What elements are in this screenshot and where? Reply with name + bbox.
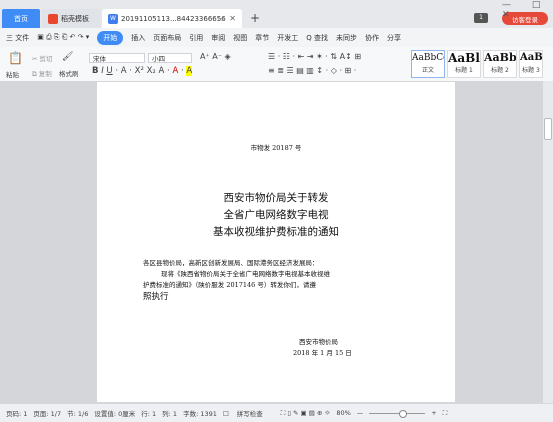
status-pages[interactable]: 页面: 1/7 xyxy=(33,408,61,418)
style-heading-1-name: 标题 1 xyxy=(455,67,473,74)
zoom-out-icon[interactable]: — xyxy=(357,409,364,417)
style-normal-sample: AaBbCcI xyxy=(412,53,444,63)
tab-home[interactable]: 首页 xyxy=(2,9,40,28)
menu-collaborate[interactable]: 协作 xyxy=(365,33,379,43)
menu-share[interactable]: 分享 xyxy=(387,33,401,43)
menu-page-layout[interactable]: 页面布局 xyxy=(153,33,181,43)
status-col: 列: 1 xyxy=(162,410,178,418)
menu-chapter[interactable]: 章节 xyxy=(255,33,269,43)
menu-bar: 三 文件 ▣ ⎙ ⎘ ⎗ ↶ ↷ ▾ 开始 插入 页面布局 引用 审阅 视图 章… xyxy=(0,28,553,48)
quick-toolbar-icons[interactable]: ▣ ⎙ ⎘ ⎗ ↶ ↷ ▾ xyxy=(37,33,89,42)
format-painter-button[interactable]: 格式刷 xyxy=(59,68,79,78)
cut-button[interactable]: ✂ 剪切 xyxy=(32,53,53,63)
style-heading-1-sample: AaBl xyxy=(448,51,480,65)
doc-date: 2018 年 1 月 15 日 xyxy=(293,349,352,357)
doc-recipients: 各区县物价局，高新区创新发展局、国际港务区经济发展局： xyxy=(143,259,319,267)
tab-document[interactable]: W 20191105113...84423366656 ▭ ✕ xyxy=(102,9,242,28)
style-heading-2-name: 标题 2 xyxy=(491,67,509,74)
close-tab-icon[interactable]: ✕ xyxy=(229,14,236,23)
style-heading-2[interactable]: AaBb( 标题 2 xyxy=(483,50,517,78)
status-section: 节: 1/6 xyxy=(67,410,89,418)
menu-find[interactable]: Q 查找 xyxy=(306,33,328,43)
menu-review[interactable]: 审阅 xyxy=(211,33,225,43)
status-words[interactable]: 字数: 1391 xyxy=(183,408,217,418)
spellcheck-label: 拼写检查 xyxy=(236,410,263,418)
cut-label: 剪切 xyxy=(39,55,53,63)
style-heading-1[interactable]: AaBl 标题 1 xyxy=(447,50,481,78)
document-page[interactable]: 市物发 20187 号 西安市物价局关于转发 全省广电网络数字电视 基本收视维护… xyxy=(97,82,455,402)
tab-document-label: 20191105113...84423366656 xyxy=(121,14,226,23)
doc-number: 市物发 20187 号 xyxy=(250,144,302,152)
doc-title-line-2: 全省广电网络数字电视 xyxy=(223,209,329,221)
format-painter-icon[interactable]: 🖌 xyxy=(62,52,73,62)
menu-start[interactable]: 开始 xyxy=(97,30,124,45)
wps-logo-icon xyxy=(48,13,58,24)
doc-title-line-3: 基本收视维护费标准的通知 xyxy=(213,226,339,238)
align-icons[interactable]: ≡ ≣ ☰ ▤ ▥ ↕ · ◇ · ⊞ · xyxy=(268,66,356,75)
doc-body-line-2: 护费标准的通知》（陕价服发 2017146 号）转发你们，请遵 xyxy=(143,281,316,289)
list-icons[interactable]: ☰ · ☷ · ⇤ ⇥ ✶ · ⇅ A↕ ⊞ xyxy=(268,52,361,61)
tab-restore-icon[interactable]: ▭ xyxy=(217,15,224,23)
spellcheck-button[interactable]: ☐ 拼写检查 xyxy=(223,408,263,418)
doc-body-line-3: 照执行 xyxy=(143,292,169,302)
style-heading-3-sample: AaB xyxy=(520,52,543,63)
status-row: 行: 1 xyxy=(141,410,157,418)
font-name-value: 宋体 xyxy=(93,55,106,63)
font-name-select[interactable]: 宋体 xyxy=(89,53,145,63)
fit-page-icon[interactable]: ⛶ xyxy=(443,409,448,418)
menu-developer[interactable]: 开发工 xyxy=(277,33,298,43)
text-format-icons[interactable]: B I U · A · X² X₂ A · A · A xyxy=(92,66,193,76)
menu-view[interactable]: 视图 xyxy=(233,33,247,43)
doc-title-line-1: 西安市物价局关于转发 xyxy=(223,192,329,204)
zoom-value[interactable]: 80% xyxy=(336,409,350,417)
doc-signature: 西安市物价局 xyxy=(299,338,338,346)
view-mode-icons[interactable]: ⛶ ▯ ✎ ▣ ▤ ⊕ ☼ xyxy=(281,409,331,418)
menu-insert[interactable]: 插入 xyxy=(131,33,145,43)
font-grow-shrink-icons[interactable]: A⁺ A⁻ ◈ xyxy=(200,52,231,61)
tab-templates[interactable]: 稻壳模板 xyxy=(42,9,100,28)
scrollbar-thumb[interactable] xyxy=(544,118,552,140)
menu-file[interactable]: 三 文件 xyxy=(6,33,29,43)
status-setting: 设置值: 0厘米 xyxy=(94,410,136,418)
status-page[interactable]: 页码: 1 xyxy=(6,408,27,418)
copy-button[interactable]: ⧉ 复制 xyxy=(32,68,52,79)
zoom-in-icon[interactable]: + xyxy=(431,409,436,417)
window-controls[interactable]: — □ ✕ xyxy=(502,0,553,20)
menu-reference[interactable]: 引用 xyxy=(189,33,203,43)
style-heading-3-name: 标题 3 xyxy=(522,67,540,74)
paste-button[interactable]: 粘贴 xyxy=(6,69,19,79)
style-normal-name: 正文 xyxy=(421,67,434,74)
style-heading-2-sample: AaBb( xyxy=(484,51,517,64)
tab-home-label: 首页 xyxy=(14,14,28,23)
document-icon: W xyxy=(108,13,118,24)
tab-templates-label: 稻壳模板 xyxy=(61,14,89,23)
style-heading-3[interactable]: AaB 标题 3 xyxy=(519,50,543,78)
notification-badge[interactable]: 1 xyxy=(474,13,488,23)
add-tab-icon[interactable]: + xyxy=(250,11,260,25)
doc-body-line-1: 现将《陕西省物价局关于全省广电网络数字电视基本收视维 xyxy=(161,270,330,278)
font-size-value: 小四 xyxy=(152,55,165,63)
style-normal[interactable]: AaBbCcI 正文 xyxy=(411,50,445,78)
status-bar: 页码: 1 页面: 1/7 节: 1/6 设置值: 0厘米 行: 1 列: 1 … xyxy=(0,403,553,422)
menu-unsynced[interactable]: 未同步 xyxy=(336,33,357,43)
zoom-slider[interactable] xyxy=(369,409,426,418)
paste-icon[interactable]: 📋 xyxy=(8,51,23,65)
copy-label: 复制 xyxy=(38,70,52,78)
font-size-select[interactable]: 小四 xyxy=(148,53,192,63)
